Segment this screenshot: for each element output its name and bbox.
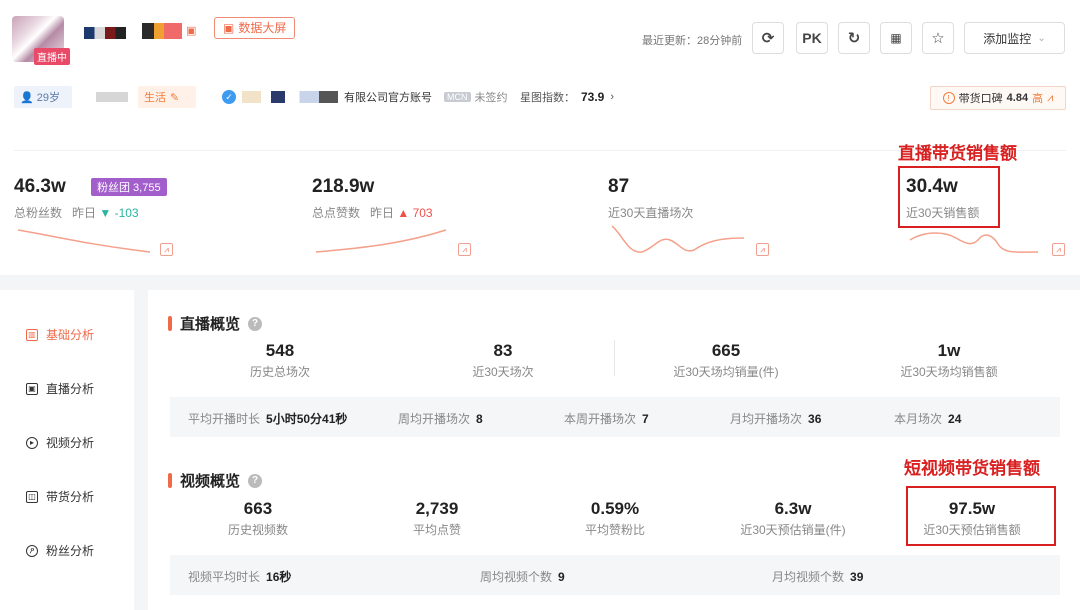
user-icon: 👤 [20, 91, 34, 104]
edit-icon: ✎ [170, 91, 180, 104]
likes-sparkline [315, 229, 447, 253]
name-redacted [142, 23, 182, 39]
live-detail: 月均开播场次 36 [730, 412, 822, 426]
divider [614, 340, 615, 376]
live-detail: 周均开播场次 8 [398, 412, 483, 426]
video-detail: 月均视频个数 39 [772, 570, 864, 584]
chart-icon: ▥ [26, 328, 38, 341]
pk-button[interactable]: PK [796, 22, 828, 54]
name-redacted [84, 27, 126, 39]
refresh-button[interactable]: ⟳ [752, 22, 784, 54]
redacted-tag [96, 92, 128, 102]
reputation-badge[interactable]: ! 带货口碑 4.84 高 ⩘ [930, 86, 1066, 110]
live-overview-title: 直播概览 ? [168, 313, 263, 334]
qrcode-icon: ▦ [890, 31, 902, 45]
mcn-status: MCN 未签约 [444, 86, 508, 108]
favorite-button[interactable]: ☆ [922, 22, 954, 54]
age-tag: 👤 29岁 [14, 86, 72, 108]
live-details-bar: 平均开播时长 5小时50分41秒 周均开播场次 8 本周开播场次 7 月均开播场次 36… [170, 397, 1060, 437]
video-stat: 2,739 平均点赞 [412, 499, 462, 537]
live-stat: 665 近30天场均销量(件) [673, 341, 779, 379]
chevron-down-icon: ⌄ [1037, 32, 1046, 44]
help-icon[interactable]: ? [248, 473, 263, 488]
account-header: 直播中 ▣ ▣ 数据大屏 最近更新：28分钟前 ⟳ PK ↻ ▦ ☆ 添加监控 … [0, 0, 1080, 275]
sidebar-item-sales-analysis[interactable]: ◫ 带货分析 [26, 488, 94, 505]
sidebar-item-basic-analysis[interactable]: ▥ 基础分析 [26, 326, 94, 343]
fan-club-badge[interactable]: 粉丝团 3,755 [91, 178, 167, 196]
video-stat: 663 历史视频数 [227, 499, 289, 537]
trend-icon[interactable]: ⩘ [458, 243, 471, 256]
video-detail: 周均视频个数 9 [480, 570, 565, 584]
data-big-screen-button[interactable]: ▣ 数据大屏 [214, 17, 296, 39]
live-sessions-sparkline [611, 225, 745, 253]
star-index[interactable]: 星图指数： 73.9 › [520, 86, 614, 108]
live-stat: 83 近30天场次 [472, 341, 534, 379]
annotation-live-sales: 直播带货销售额 [898, 144, 1017, 163]
video-details-bar: 视频平均时长 16秒 周均视频个数 9 月均视频个数 39 [170, 555, 1060, 595]
sidebar-item-video-analysis[interactable]: ▸ 视频分析 [26, 434, 94, 451]
share-button[interactable]: ↻ [838, 22, 870, 54]
video-stat: 6.3w 近30天预估销量(件) [740, 499, 846, 537]
fans-sparkline [17, 229, 151, 253]
verification: ✓ 有限公司官方账号 [222, 86, 432, 108]
user-icon: ዖ [26, 544, 38, 557]
highlight-box [898, 166, 1000, 228]
sales-sparkline [909, 232, 1039, 253]
live-stat: 548 历史总场次 [249, 341, 311, 379]
play-icon: ▸ [26, 436, 38, 449]
video-stat: 0.59% 平均赞粉比 [584, 499, 646, 537]
trend-icon[interactable]: ⩘ [160, 243, 173, 256]
help-icon[interactable]: ? [248, 316, 263, 331]
star-icon: ☆ [931, 30, 945, 47]
qrcode-button[interactable]: ▦ [880, 22, 912, 54]
video-overview-title: 视频概览 ? [168, 470, 263, 491]
video-detail: 视频平均时长 16秒 [188, 570, 292, 584]
trend-icon[interactable]: ⩘ [756, 243, 769, 256]
sidebar-item-live-analysis[interactable]: ▣ 直播分析 [26, 380, 94, 397]
bag-icon: ◫ [26, 490, 38, 503]
highlight-box [906, 486, 1056, 546]
live-stat: 1w 近30天场均销售额 [900, 341, 998, 379]
sidebar: ▥ 基础分析 ▣ 直播分析 ▸ 视频分析 ◫ 带货分析 ዖ 粉丝分析 [0, 290, 134, 610]
annotation-video-sales: 短视频带货销售额 [904, 459, 1040, 478]
metric-likes: 218.9w 总点赞数 昨日 ▲ 703 [312, 176, 433, 220]
add-monitor-dropdown[interactable]: 添加监控 ⌄ [964, 22, 1065, 54]
verified-icon: ✓ [222, 90, 236, 104]
trend-chart-icon: ⩘ [1047, 91, 1054, 104]
live-detail: 本周开播场次 7 [564, 412, 649, 426]
screen-icon: ▣ [223, 21, 235, 35]
reputation-icon: ! [942, 92, 955, 104]
category-tag[interactable]: 生活 ✎ [138, 86, 196, 108]
refresh-icon: ⟳ [761, 30, 775, 47]
live-icon: ▣ [186, 25, 197, 37]
live-detail: 平均开播时长 5小时50分41秒 [188, 412, 348, 426]
main-panel: 直播概览 ? 548 历史总场次 83 近30天场次 665 近30天场均销量(件) … [148, 290, 1080, 610]
redacted-name [242, 91, 338, 103]
metric-live-sessions: 87 近30天直播场次 [608, 176, 694, 220]
live-detail: 本月场次 24 [894, 412, 962, 426]
update-time: 最近更新：28分钟前 [642, 35, 743, 47]
sidebar-item-fans-analysis[interactable]: ዖ 粉丝分析 [26, 542, 94, 559]
metric-fans: 46.3w 粉丝团 3,755 总粉丝数 昨日 ▼ -103 [14, 176, 167, 220]
live-icon: ▣ [26, 382, 38, 395]
share-icon: ↻ [847, 30, 861, 47]
chevron-right-icon: › [610, 91, 615, 103]
live-badge: 直播中 [34, 48, 70, 65]
trend-icon[interactable]: ⩘ [1052, 243, 1065, 256]
